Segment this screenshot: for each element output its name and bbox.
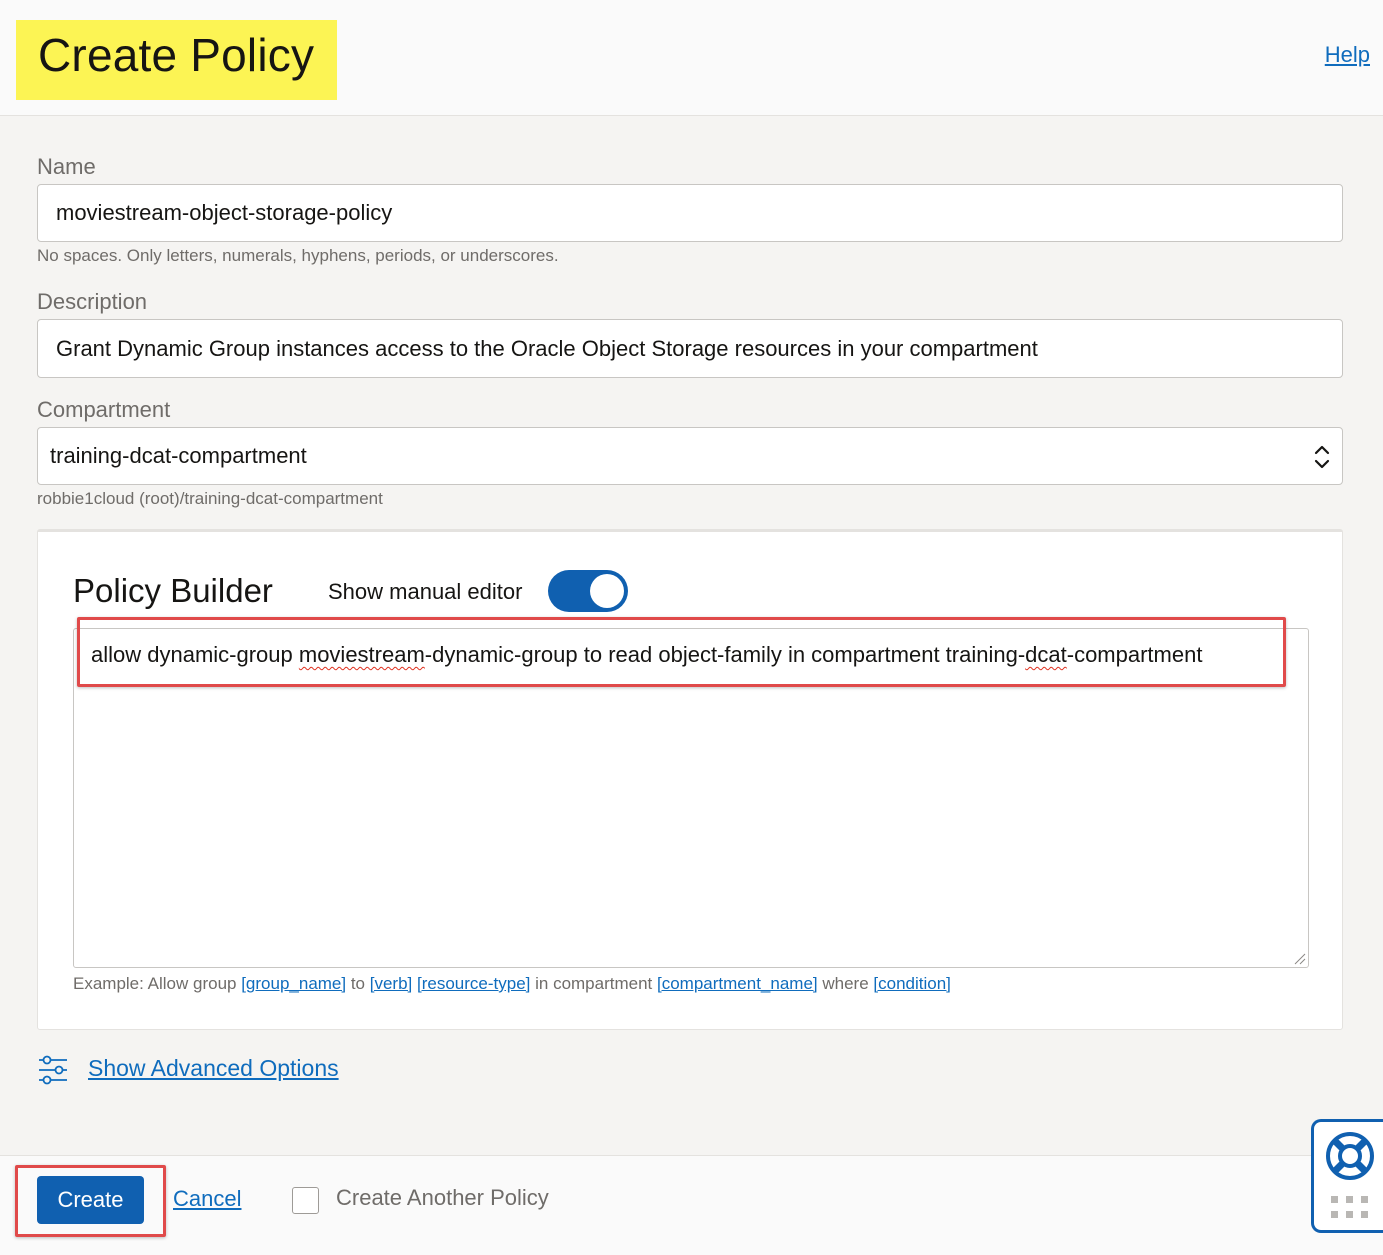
compartment-path: robbie1cloud (root)/training-dcat-compar…: [37, 489, 383, 508]
compartment-select-value: training-dcat-compartment: [50, 443, 307, 468]
create-annotation-box: [15, 1165, 166, 1237]
compartment-select[interactable]: training-dcat-compartment: [37, 427, 1343, 485]
example-text: to: [346, 974, 370, 993]
description-field-value: Grant Dynamic Group instances access to …: [56, 335, 1038, 361]
example-text: where: [817, 974, 874, 993]
name-field[interactable]: moviestream-object-storage-policy: [37, 184, 1343, 242]
show-advanced-options-link[interactable]: Show Advanced Options: [88, 1055, 339, 1082]
example-link-resource-type[interactable]: [resource-type]: [417, 974, 530, 993]
policy-builder-panel: Policy Builder Show manual editor allow …: [37, 529, 1343, 1030]
help-widget[interactable]: [1311, 1119, 1383, 1233]
chevron-up-down-icon: [1314, 445, 1330, 469]
example-link-verb[interactable]: [verb]: [370, 974, 413, 993]
policy-example: Example: Allow group [group_name] to [ve…: [73, 974, 951, 994]
example-text: Example: Allow group: [73, 974, 242, 993]
name-field-value: moviestream-object-storage-policy: [56, 200, 393, 225]
name-hint: No spaces. Only letters, numerals, hyphe…: [37, 246, 559, 265]
compartment-label: Compartment: [37, 397, 171, 422]
create-another-label: Create Another Policy: [336, 1185, 549, 1210]
cancel-link[interactable]: Cancel: [173, 1186, 241, 1212]
name-label: Name: [37, 154, 96, 179]
statement-annotation-box: [77, 617, 1286, 687]
description-label: Description: [37, 289, 148, 314]
example-link-condition[interactable]: [condition]: [873, 974, 951, 993]
toggle-knob: [590, 574, 624, 608]
grid-dots-icon: [1331, 1196, 1368, 1218]
example-link-compartment-name[interactable]: [compartment_name]: [657, 974, 818, 993]
sliders-icon[interactable]: [37, 1054, 69, 1086]
manual-editor-toggle[interactable]: [548, 570, 628, 612]
example-link-group-name[interactable]: [group_name]: [241, 974, 346, 993]
lifebuoy-icon: [1326, 1132, 1374, 1180]
page-header: Create Policy Help: [0, 0, 1383, 116]
page-title: Create Policy: [38, 29, 315, 81]
manual-editor-toggle-label: Show manual editor: [328, 579, 523, 604]
policy-builder-title: Policy Builder: [73, 572, 273, 609]
example-text: in compartment: [530, 974, 657, 993]
resize-grip-icon[interactable]: [1292, 951, 1306, 965]
description-field[interactable]: Grant Dynamic Group instances access to …: [37, 319, 1343, 378]
help-link[interactable]: Help: [1325, 42, 1370, 68]
create-another-checkbox[interactable]: [292, 1187, 319, 1214]
